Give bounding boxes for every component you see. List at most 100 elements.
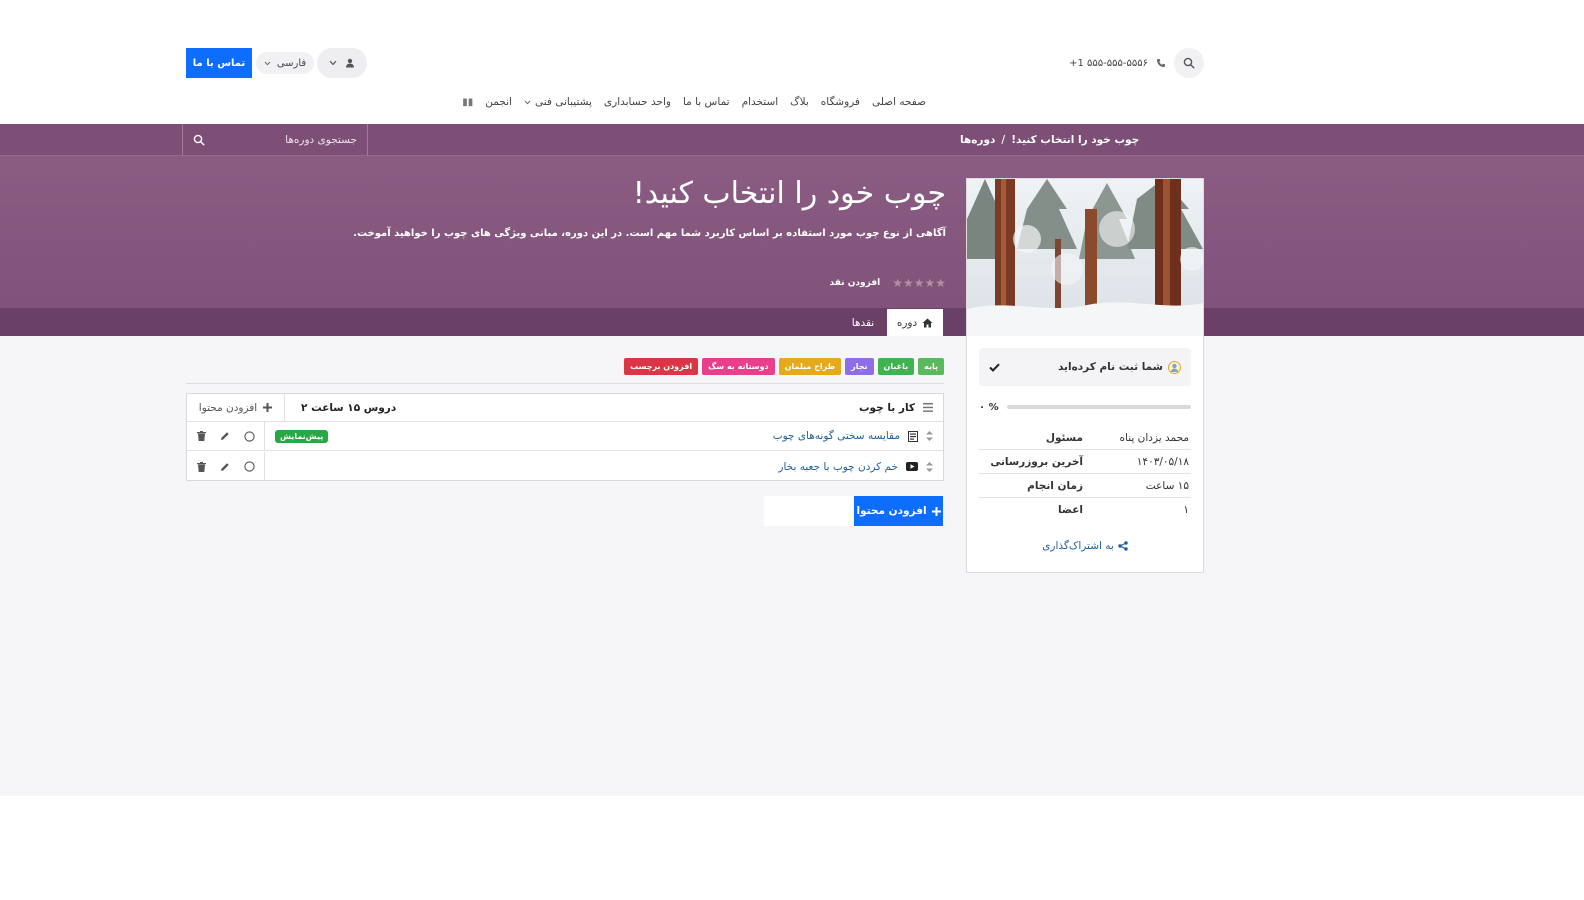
course-title: چوب خود را انتخاب کنید! (632, 176, 946, 211)
section-header: کار با چوب ۲ دروس ۱۵ ساعت (285, 394, 943, 421)
check-icon (989, 363, 1000, 372)
breadcrumb-separator: / (1001, 134, 1006, 146)
menu-more-icon[interactable]: ▮▮ (462, 97, 473, 108)
contact-us-button[interactable]: تماس با ما (186, 48, 252, 78)
menu-item-home[interactable]: صفحه اصلی (872, 96, 926, 108)
tag-gardener[interactable]: باغبان (877, 358, 915, 375)
tag-carpenter[interactable]: نجار (845, 358, 874, 375)
course-tags: پایه باغبان نجار طراح مبلمان دوستانه به … (624, 358, 944, 375)
add-content-button[interactable]: افزودن محتوا (854, 496, 943, 526)
section-title[interactable]: کار با چوب (859, 402, 915, 414)
breadcrumb: دوره‌ها / چوب خود را انتخاب کنید! (960, 124, 1204, 156)
home-icon (922, 318, 933, 327)
lesson-row: خم کردن چوب با جعبه بخار (187, 452, 943, 481)
tag-basic[interactable]: پایه (918, 358, 944, 375)
circle-toggle-icon[interactable] (243, 461, 255, 472)
section-add-content-label: افزودن محتوا (198, 401, 258, 414)
info-row-last-update: آخرین بروزرسانی ۱۴۰۳/۰۵/۱۸ (979, 450, 1191, 474)
menu-item-forum[interactable]: انجمن (485, 96, 512, 108)
tab-course[interactable]: دوره (887, 309, 943, 336)
video-icon (906, 462, 918, 471)
menu-item-blog[interactable]: بلاگ (790, 96, 809, 108)
course-search (182, 124, 368, 156)
breadcrumb-root[interactable]: دوره‌ها (960, 134, 995, 146)
tags-divider (186, 383, 944, 384)
course-description: آگاهی از نوع چوب مورد استفاده بر اساس کا… (353, 228, 946, 239)
info-key: مسئول (1045, 431, 1083, 444)
info-value: ۱۴۰۳/۰۵/۱۸ (1136, 455, 1189, 468)
info-value: ۱۵ ساعت (1145, 479, 1189, 492)
enrolled-status: شما ثبت نام کرده‌اید (979, 348, 1191, 386)
preview-badge[interactable]: پیش‌نمایش (275, 429, 329, 443)
language-label: فارسی (276, 57, 307, 69)
user-avatar-icon (1168, 360, 1181, 374)
trash-icon[interactable] (196, 461, 206, 472)
chevron-down-icon (524, 100, 531, 104)
edit-pencil-icon[interactable] (220, 462, 230, 472)
enrolled-text: شما ثبت نام کرده‌اید (1057, 361, 1163, 373)
menu-item-contact[interactable]: تماس با ما (683, 96, 730, 108)
info-value: محمد یزدان پناه (1119, 431, 1189, 444)
add-tag-button[interactable]: افزودن برچسب (624, 358, 699, 375)
menu-item-support-label: پشتیبانی فنی (534, 96, 592, 108)
rating-stars: ★★★★★ (892, 276, 946, 290)
info-row-responsible: مسئول محمد یزدان پناه (979, 426, 1191, 450)
course-rating: ★★★★★ افزودن نقد (820, 276, 946, 290)
course-search-input[interactable] (217, 134, 357, 146)
info-key: اعضا (1057, 504, 1083, 516)
lesson-actions (187, 422, 265, 450)
header-phone[interactable]: +1 ۵۵۵-۵۵۵-۵۵۵۶ (1040, 56, 1166, 70)
language-selector[interactable]: فارسی (256, 52, 314, 74)
share-link[interactable]: به اشتراک‌گذاری (979, 538, 1191, 554)
course-info-table: مسئول محمد یزدان پناه آخرین بروزرسانی ۱۴… (979, 426, 1191, 522)
sort-handle-icon[interactable] (926, 431, 933, 441)
circle-toggle-icon[interactable] (243, 430, 255, 442)
menu-item-accounting[interactable]: واحد حسابداری (604, 96, 671, 108)
progress-percent: ۰ % (979, 401, 999, 413)
lesson-actions (187, 452, 265, 481)
chevron-down-icon (264, 61, 271, 65)
breadcrumb-current: چوب خود را انتخاب کنید! (1011, 134, 1140, 146)
menu-item-jobs[interactable]: استخدام (742, 96, 779, 108)
section-row: کار با چوب ۲ دروس ۱۵ ساعت افزودن محتوا (187, 394, 943, 422)
add-content-label: افزودن محتوا (856, 505, 927, 517)
lesson-title[interactable]: مقایسه سختی گونه‌های چوب (773, 430, 900, 442)
document-icon (908, 430, 918, 442)
chevron-down-icon (329, 60, 337, 66)
menu-item-support[interactable]: پشتیبانی فنی (524, 96, 592, 108)
edit-pencil-icon[interactable] (220, 431, 230, 441)
blank-action-area (764, 496, 853, 526)
add-review-link[interactable]: افزودن نقد (830, 278, 881, 288)
share-icon (1118, 541, 1128, 551)
lesson-title[interactable]: خم کردن چوب با جعبه بخار (778, 461, 898, 473)
user-icon (346, 58, 354, 68)
enrolled-label: شما ثبت نام کرده‌اید (1057, 360, 1181, 374)
tabs-bar (0, 308, 1584, 336)
tag-furniture-designer[interactable]: طراح مبلمان (778, 358, 842, 375)
section-meta: ۲ دروس ۱۵ ساعت (301, 401, 397, 414)
phone-icon (1157, 59, 1165, 67)
course-progress: ۰ % (979, 400, 1191, 414)
user-menu[interactable] (317, 48, 367, 78)
tab-reviews[interactable]: نقدها (840, 309, 886, 336)
phone-number: +1 ۵۵۵-۵۵۵-۵۵۵۶ (1069, 57, 1148, 69)
drag-handle-icon[interactable] (923, 403, 933, 412)
trash-icon[interactable] (196, 431, 206, 441)
tab-course-label: دوره (896, 316, 918, 329)
progress-bar (1006, 405, 1191, 409)
menu-item-shop[interactable]: فروشگاه (821, 96, 860, 108)
main-menu: صفحه اصلی فروشگاه بلاگ استخدام تماس با م… (440, 92, 926, 112)
search-icon[interactable] (193, 134, 205, 146)
section-add-content-button[interactable]: افزودن محتوا (187, 394, 285, 421)
tag-dog-friendly[interactable]: دوستانه به سگ (702, 358, 775, 375)
header-search-button[interactable] (1174, 48, 1204, 78)
plus-icon (263, 403, 273, 412)
info-row-members: اعضا ۱ (979, 498, 1191, 522)
lesson-main: مقایسه سختی گونه‌های چوب پیش‌نمایش (265, 422, 943, 450)
search-icon (1183, 57, 1195, 69)
info-row-duration: زمان انجام ۱۵ ساعت (979, 474, 1191, 498)
lesson-row: مقایسه سختی گونه‌های چوب پیش‌نمایش (187, 422, 943, 451)
sort-handle-icon[interactable] (926, 461, 933, 472)
info-value: ۱ (1183, 504, 1189, 516)
course-cover-image (967, 179, 1203, 336)
